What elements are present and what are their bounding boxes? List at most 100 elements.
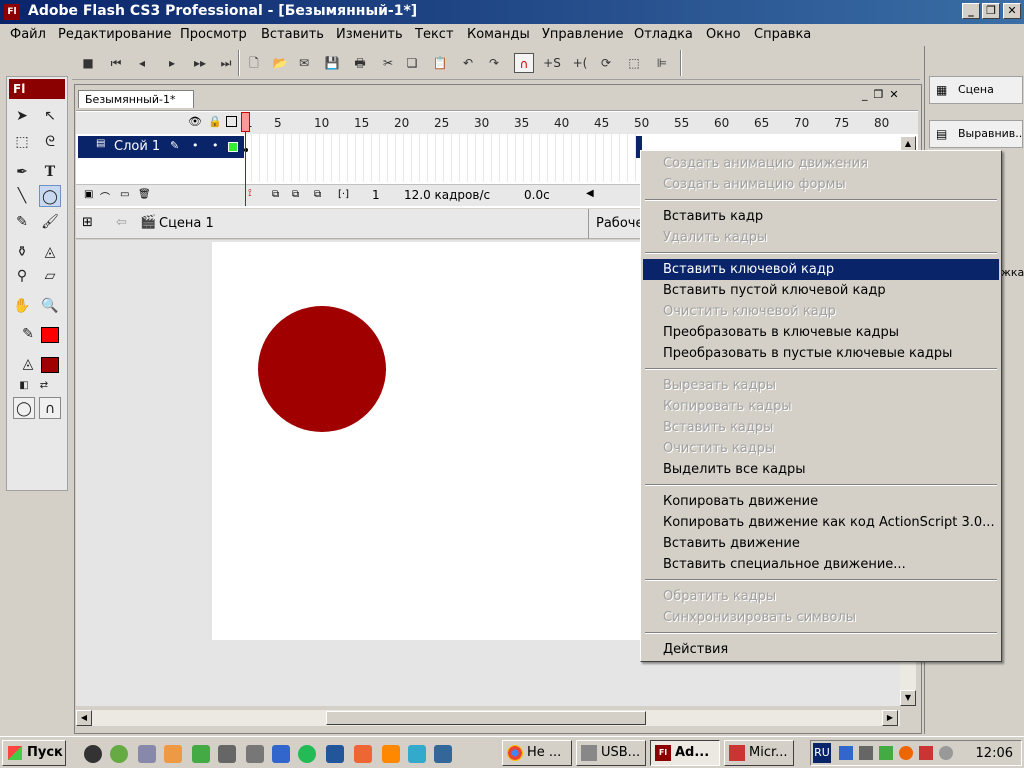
tray-icon-5[interactable] [919, 746, 933, 760]
horizontal-scrollbar[interactable]: ◀ ▶ [76, 710, 900, 726]
tray-icon-2[interactable] [859, 746, 873, 760]
context-menu-item[interactable]: Действия [643, 639, 999, 660]
align-panel-tab[interactable]: ▤ Выравнив... [929, 120, 1023, 148]
quicklaunch-icon-7[interactable] [246, 745, 264, 763]
line-tool-icon[interactable]: ╲ [11, 185, 33, 207]
task-button-paint[interactable]: Micr... [724, 740, 794, 766]
menu-window[interactable]: Окно [706, 27, 741, 42]
minimize-button[interactable]: _ [962, 3, 980, 19]
quicklaunch-icon-13[interactable] [408, 745, 426, 763]
quicklaunch-icon-1[interactable] [84, 745, 102, 763]
back-arrow-icon[interactable]: ⇦ [116, 215, 127, 230]
document-window-controls[interactable]: _❐✕ [862, 88, 905, 101]
zoom-tool-icon[interactable]: 🔍 [39, 295, 61, 317]
context-menu-item[interactable]: Преобразовать в ключевые кадры [643, 322, 999, 343]
print-icon[interactable]: 🖶 [350, 53, 370, 73]
modify-markers-icon[interactable]: [·] [338, 189, 349, 200]
onion-skin-icon[interactable]: ⧉ [272, 189, 279, 200]
play-icon[interactable]: ▸ [162, 53, 182, 73]
red-circle-shape[interactable] [258, 306, 386, 432]
quicklaunch-icon-3[interactable] [138, 745, 156, 763]
context-menu-item[interactable]: Выделить все кадры [643, 459, 999, 480]
quicklaunch-icon-12[interactable] [382, 745, 400, 763]
menu-edit[interactable]: Редактирование [58, 27, 171, 42]
stage[interactable] [212, 242, 642, 640]
tray-icon-1[interactable] [839, 746, 853, 760]
cut-icon[interactable]: ✂ [378, 53, 398, 73]
rotate-icon[interactable]: ⟳ [596, 53, 616, 73]
menu-file[interactable]: Файл [10, 27, 46, 42]
quicklaunch-icon-2[interactable] [110, 745, 128, 763]
subselection-tool-icon[interactable]: ↖ [39, 105, 61, 127]
paint-bucket-tool-icon[interactable]: ◬ [39, 241, 61, 263]
lasso-tool-icon[interactable]: ᘓ [39, 131, 61, 153]
document-tab[interactable]: Безымянный-1* [78, 90, 194, 108]
step-back-icon[interactable]: ◂ [132, 53, 152, 73]
stop-icon[interactable]: ■ [78, 53, 98, 73]
menu-debug[interactable]: Отладка [634, 27, 693, 42]
oval-tool-icon[interactable]: ◯ [39, 185, 61, 207]
context-menu-item[interactable]: Вставить специальное движение... [643, 554, 999, 575]
insert-layer-icon[interactable]: ▣ [84, 189, 93, 200]
undo-icon[interactable]: ↶ [458, 53, 478, 73]
scroll-down-icon[interactable]: ▼ [900, 690, 916, 706]
context-menu-item[interactable]: Вставить пустой ключевой кадр [643, 280, 999, 301]
swap-colors-icon[interactable]: ⇄ [33, 375, 55, 397]
close-button[interactable]: ✕ [1003, 3, 1021, 19]
pen-tool-icon[interactable]: ✒ [11, 161, 33, 183]
tray-icon-3[interactable] [879, 746, 893, 760]
eraser-tool-icon[interactable]: ▱ [39, 265, 61, 287]
menu-help[interactable]: Справка [754, 27, 811, 42]
outline-layers-icon[interactable] [226, 116, 237, 127]
ink-bottle-tool-icon[interactable]: ⚱ [11, 241, 33, 263]
quicklaunch-icon-11[interactable] [354, 745, 372, 763]
task-button-flash[interactable]: Fl Ad... [650, 740, 720, 766]
outline-color-box[interactable] [228, 142, 238, 152]
start-button[interactable]: Пуск [2, 740, 66, 766]
scroll-left-arrow-icon[interactable]: ◀ [76, 710, 92, 726]
quicklaunch-icon-6[interactable] [218, 745, 236, 763]
lock-dot-icon[interactable]: • [212, 139, 219, 152]
context-menu-item[interactable]: Копировать движение как код ActionScript… [643, 512, 999, 533]
quicklaunch-icon-9[interactable] [298, 745, 316, 763]
onion-outlines-icon[interactable]: ⧉ [292, 189, 299, 200]
smooth-icon[interactable]: +S [542, 53, 562, 73]
step-forward-icon[interactable]: ▸▸ [190, 53, 210, 73]
workspace-dropdown[interactable]: Рабоче [596, 216, 643, 231]
tray-alert-icon[interactable] [899, 746, 913, 760]
motion-guide-icon[interactable]: ⌒ [100, 189, 110, 204]
hand-tool-icon[interactable]: ✋ [11, 295, 33, 317]
context-menu-item[interactable]: Вставить ключевой кадр [643, 259, 999, 280]
selection-tool-icon[interactable]: ➤ [11, 105, 33, 127]
menu-insert[interactable]: Вставить [261, 27, 324, 42]
align-icon[interactable]: ⊫ [652, 53, 672, 73]
save-icon[interactable]: 💾 [322, 53, 342, 73]
menu-modify[interactable]: Изменить [336, 27, 403, 42]
scroll-thumb[interactable] [326, 711, 646, 725]
menu-control[interactable]: Управление [542, 27, 624, 42]
new-document-icon[interactable]: 🗋 [244, 53, 264, 73]
context-menu-item[interactable]: Копировать движение [643, 491, 999, 512]
language-indicator[interactable]: RU [813, 743, 831, 763]
pencil-tool-icon[interactable]: ✎ [11, 211, 33, 233]
context-menu-item[interactable]: Вставить кадр [643, 206, 999, 227]
quicklaunch-icon-8[interactable] [272, 745, 290, 763]
brush-tool-icon[interactable]: 🖌 [39, 211, 61, 233]
playhead[interactable] [241, 112, 250, 132]
scale-icon[interactable]: ⬚ [624, 53, 644, 73]
context-menu-item[interactable]: Преобразовать в пустые ключевые кадры [643, 343, 999, 364]
visibility-dot-icon[interactable]: • [192, 139, 199, 152]
text-tool-icon[interactable]: T [39, 161, 61, 183]
open-icon[interactable]: 📂 [270, 53, 290, 73]
context-menu-item[interactable]: Вставить движение [643, 533, 999, 554]
scroll-left-icon[interactable]: ◀ [586, 188, 594, 199]
paste-icon[interactable]: 📋 [430, 53, 450, 73]
quicklaunch-icon-10[interactable] [326, 745, 344, 763]
timeline-toggle-icon[interactable]: ⊞ [82, 215, 93, 230]
black-white-icon[interactable]: ◧ [13, 375, 35, 397]
eyedropper-tool-icon[interactable]: ⚲ [11, 265, 33, 287]
snap-magnet-icon[interactable]: ∩ [39, 397, 61, 419]
trash-icon[interactable]: 🗑 [138, 189, 151, 200]
task-button-usb[interactable]: USB... [576, 740, 646, 766]
menu-text[interactable]: Текст [415, 27, 454, 42]
